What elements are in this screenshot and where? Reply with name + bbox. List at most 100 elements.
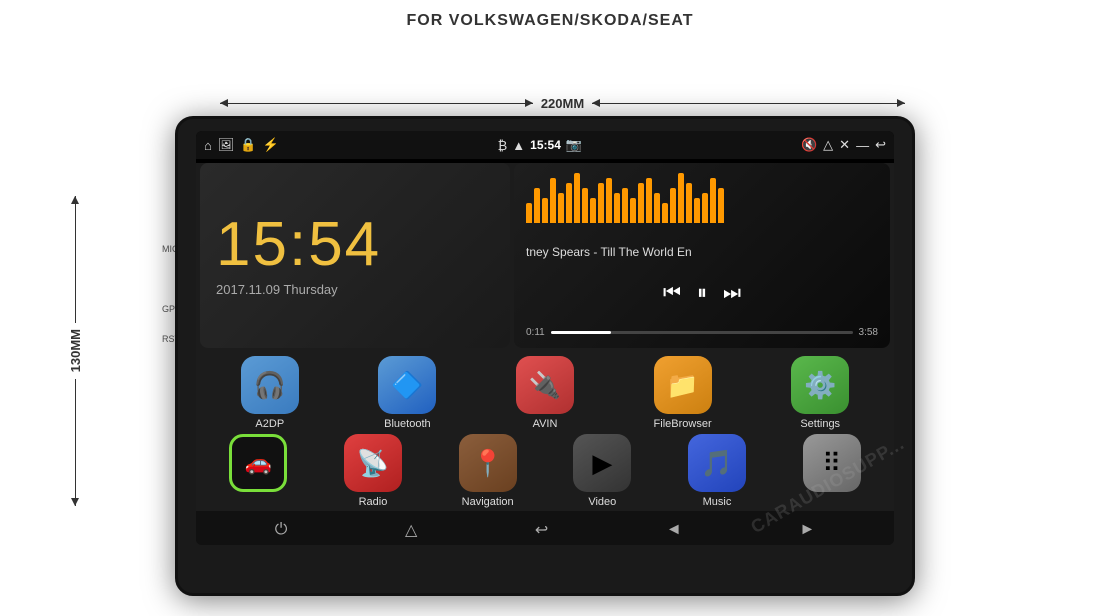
bottom-nav: ⏻ △ ↩ ◄ ► xyxy=(196,511,894,545)
app-grid-row2: 🚗 📡 Radio 📍Navigation ▶ Video 🎵 Music ⠿ xyxy=(196,434,894,512)
power-button[interactable]: ⏻ xyxy=(275,521,288,539)
music-bar xyxy=(630,198,636,223)
music-bar xyxy=(558,193,564,223)
vol-down-button[interactable]: ◄ xyxy=(666,521,682,539)
bluetooth-icon: 🔷 xyxy=(378,356,436,414)
app-icon-radio[interactable]: 📡 Radio xyxy=(319,434,428,508)
widget-area: 15:54 2017.11.09 Thursday tney Spears - … xyxy=(200,163,890,348)
back-icon: ↩ xyxy=(875,137,886,153)
music-bar xyxy=(590,198,596,223)
radio-icon: 📡 xyxy=(344,434,402,492)
music-bar xyxy=(646,178,652,223)
status-bar-right: 🔇 △ ✕ — ↩ xyxy=(801,137,886,153)
music-icon: 🎵 xyxy=(688,434,746,492)
music-widget: tney Spears - Till The World En ⏮ ⏸ ⏭ 0:… xyxy=(514,163,890,348)
video-label: Video xyxy=(588,496,616,508)
app-icon-a2dp[interactable]: 🎧 A2DP xyxy=(204,356,336,430)
vol-up-button[interactable]: ► xyxy=(799,521,815,539)
music-bar xyxy=(686,183,692,223)
music-bar xyxy=(622,188,628,223)
music-bar xyxy=(718,188,724,223)
app-icon-settings[interactable]: ⚙️Settings xyxy=(754,356,886,430)
music-title: tney Spears - Till The World En xyxy=(526,245,878,259)
music-bar xyxy=(710,178,716,223)
avin-icon: 🔌 xyxy=(516,356,574,414)
device-unit: ⌂ 🖼 🔒 ⚡ ₿ ▲ 15:54 📷 🔇 △ ✕ — ↩ xyxy=(175,116,915,596)
music-bar xyxy=(582,188,588,223)
volume-icon: 🔇 xyxy=(801,137,817,153)
navigation-label: Navigation xyxy=(462,496,514,508)
time-total: 3:58 xyxy=(859,327,878,338)
filebrowser-icon: 📁 xyxy=(654,356,712,414)
music-bar xyxy=(598,183,604,223)
home-icon: ⌂ xyxy=(204,138,212,153)
music-bar xyxy=(614,193,620,223)
eject-icon: △ xyxy=(823,137,833,153)
music-bar xyxy=(670,188,676,223)
image-icon: 🖼 xyxy=(218,137,235,153)
music-bar xyxy=(662,203,668,223)
play-button[interactable]: ⏸ xyxy=(697,282,707,305)
height-dimension: 130MM xyxy=(68,196,83,506)
music-bar xyxy=(542,198,548,223)
close-icon: ✕ xyxy=(839,137,850,153)
music-equalizer xyxy=(526,173,878,223)
status-bar: ⌂ 🖼 🔒 ⚡ ₿ ▲ 15:54 📷 🔇 △ ✕ — ↩ xyxy=(196,131,894,159)
clock-widget: 15:54 2017.11.09 Thursday xyxy=(200,163,510,348)
app-icon-avin[interactable]: 🔌 AVIN xyxy=(479,356,611,430)
car-icon: 🚗 xyxy=(229,434,287,492)
home-button[interactable]: △ xyxy=(405,520,417,540)
usb-icon: ⚡ xyxy=(263,137,279,153)
filebrowser-label: FileBrowser xyxy=(654,418,712,430)
app-icon-more[interactable]: ⠿ xyxy=(777,434,886,508)
music-progress: 0:11 3:58 xyxy=(526,327,878,338)
app-icon-filebrowser[interactable]: 📁 FileBrowser xyxy=(617,356,749,430)
progress-fill xyxy=(551,331,611,334)
music-bar xyxy=(654,193,660,223)
status-time: 15:54 xyxy=(530,138,561,152)
music-bar xyxy=(694,198,700,223)
app-icon-navigation[interactable]: 📍Navigation xyxy=(433,434,542,508)
screen-content: 15:54 2017.11.09 Thursday tney Spears - … xyxy=(196,163,894,545)
lock-icon: 🔒 xyxy=(240,137,256,153)
progress-bar xyxy=(551,331,853,334)
camera-icon: 📷 xyxy=(566,137,582,153)
app-icon-car[interactable]: 🚗 xyxy=(204,434,313,508)
clock-time: 15:54 xyxy=(216,214,494,276)
time-elapsed: 0:11 xyxy=(526,327,545,338)
radio-label: Radio xyxy=(359,496,388,508)
music-bar xyxy=(550,178,556,223)
music-bar xyxy=(606,178,612,223)
music-bar xyxy=(534,188,540,223)
prev-button[interactable]: ⏮ xyxy=(663,282,681,305)
width-dimension: 220MM xyxy=(220,96,905,111)
status-bar-left: ⌂ 🖼 🔒 ⚡ xyxy=(204,137,279,153)
app-grid-row1: 🎧 A2DP 🔷 Bluetooth 🔌 AVIN 📁 FileBrowser ⚙️Settin… xyxy=(196,348,894,434)
a2dp-label: A2DP xyxy=(255,418,284,430)
music-bar xyxy=(678,173,684,223)
page-title: FOR VOLKSWAGEN/SKODA/SEAT xyxy=(0,0,1100,30)
more-icon: ⠿ xyxy=(803,434,861,492)
next-button[interactable]: ⏭ xyxy=(723,282,741,305)
bluetooth-label: Bluetooth xyxy=(384,418,430,430)
app-icon-bluetooth[interactable]: 🔷 Bluetooth xyxy=(342,356,474,430)
wifi-icon: ▲ xyxy=(512,138,525,153)
bluetooth-status-icon: ₿ xyxy=(498,138,508,153)
clock-date: 2017.11.09 Thursday xyxy=(216,282,494,297)
status-bar-center: ₿ ▲ 15:54 📷 xyxy=(498,137,582,153)
music-label: Music xyxy=(703,496,732,508)
device-screen: ⌂ 🖼 🔒 ⚡ ₿ ▲ 15:54 📷 🔇 △ ✕ — ↩ xyxy=(196,131,894,545)
app-icon-video[interactable]: ▶ Video xyxy=(548,434,657,508)
music-controls[interactable]: ⏮ ⏸ ⏭ xyxy=(526,282,878,305)
settings-label: Settings xyxy=(800,418,840,430)
music-bar xyxy=(702,193,708,223)
a2dp-icon: 🎧 xyxy=(241,356,299,414)
music-bar xyxy=(638,183,644,223)
outer-container: 220MM 130MM MIC GPS RST ⌂ 🖼 🔒 ⚡ ₿ ▲ xyxy=(0,36,1100,616)
music-bar xyxy=(566,183,572,223)
music-bar xyxy=(574,173,580,223)
app-icon-music[interactable]: 🎵 Music xyxy=(663,434,772,508)
video-icon: ▶ xyxy=(573,434,631,492)
back-nav-button[interactable]: ↩ xyxy=(535,520,548,540)
avin-label: AVIN xyxy=(533,418,558,430)
